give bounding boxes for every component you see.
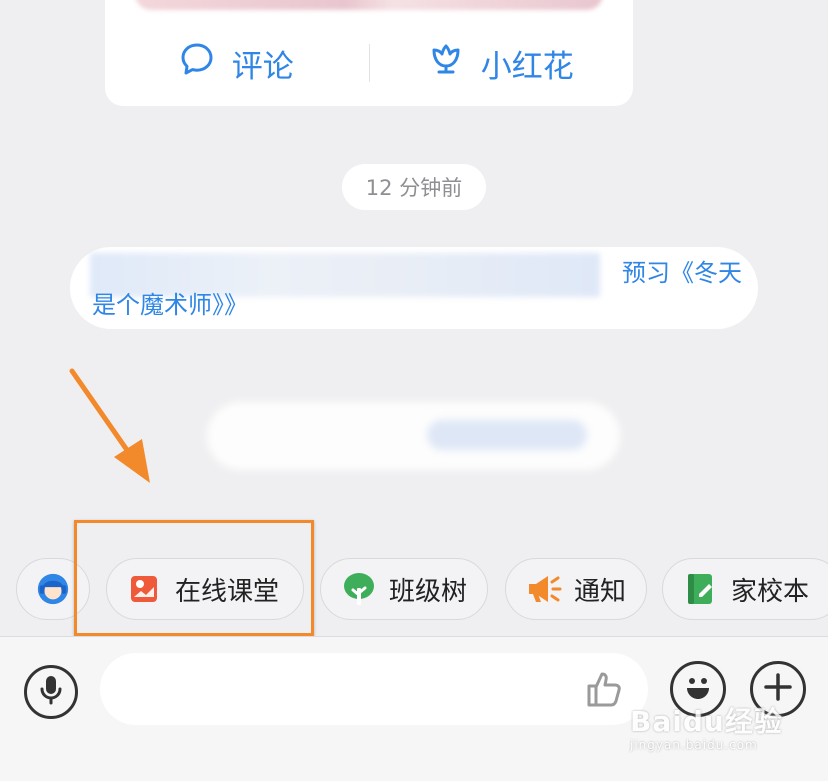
watermark: Baidu经验 jingyan.baidu.com — [630, 705, 783, 752]
message-line-1[interactable]: 预习《冬天 — [92, 257, 742, 289]
message-line-2[interactable]: 是个魔术师》》 — [92, 289, 248, 321]
notebook-icon — [683, 571, 719, 607]
blurred-message — [207, 402, 620, 470]
assistant-avatar-icon — [35, 571, 71, 607]
microphone-icon — [38, 674, 64, 710]
thumbs-up-icon[interactable] — [584, 669, 624, 713]
post-card: 评论 小红花 — [105, 0, 633, 106]
class-tree-icon — [341, 571, 377, 607]
message-bubble[interactable]: 预习《冬天 是个魔术师》》 — [70, 247, 758, 329]
post-image — [135, 0, 603, 10]
flower-label: 小红花 — [480, 48, 574, 85]
notice-label: 通知 — [574, 576, 627, 607]
class-tree-label: 班级树 — [389, 576, 468, 607]
megaphone-icon — [526, 571, 562, 607]
annotation-arrow-icon — [69, 368, 150, 483]
flower-button[interactable]: 小红花 — [370, 41, 634, 86]
post-actions: 评论 小红花 — [105, 38, 633, 88]
comment-label: 评论 — [231, 48, 294, 85]
class-tree-chip[interactable]: 班级树 — [320, 558, 488, 620]
timestamp-badge: 12 分钟前 — [342, 164, 486, 210]
annotation-highlight-box — [74, 520, 314, 636]
school-notebook-chip[interactable]: 家校本 — [662, 558, 828, 620]
comment-icon — [180, 42, 214, 84]
notice-chip[interactable]: 通知 — [505, 558, 647, 620]
school-notebook-label: 家校本 — [731, 576, 810, 607]
flower-icon — [429, 42, 463, 84]
voice-button[interactable] — [24, 665, 78, 719]
comment-button[interactable]: 评论 — [105, 41, 369, 86]
message-input[interactable] — [100, 653, 648, 725]
